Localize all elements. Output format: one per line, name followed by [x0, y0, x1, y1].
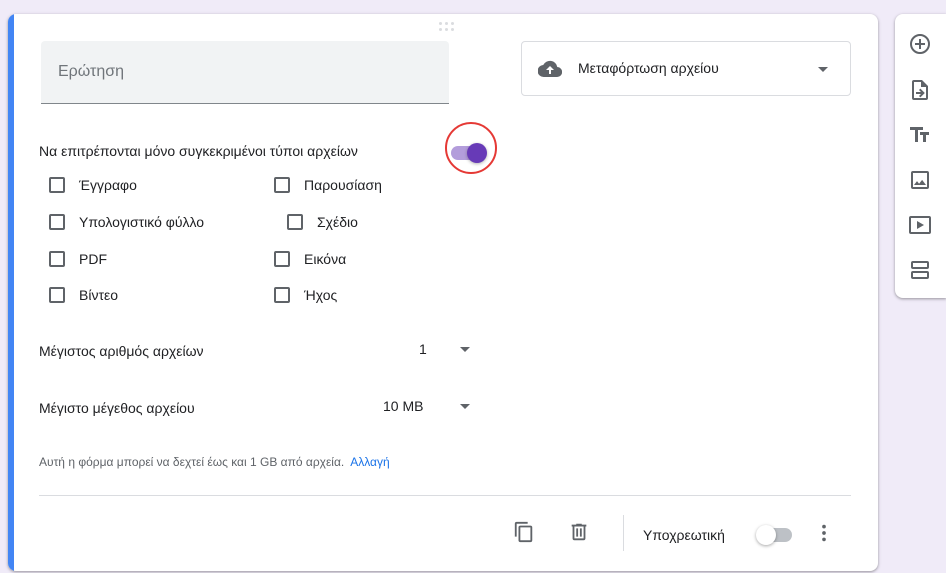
required-toggle[interactable]	[756, 525, 794, 545]
question-placeholder: Ερώτηση	[58, 63, 125, 80]
checkbox-drawing[interactable]: Σχέδιο	[287, 214, 358, 230]
required-label: Υποχρεωτική	[643, 527, 725, 543]
checkbox-pdf[interactable]: PDF	[49, 251, 107, 267]
max-size-dropdown-icon[interactable]	[460, 404, 470, 409]
checkbox-box[interactable]	[274, 251, 290, 267]
checkbox-label: Εικόνα	[304, 251, 347, 267]
checkbox-label: Παρουσίαση	[304, 177, 382, 193]
duplicate-icon[interactable]	[513, 521, 535, 543]
question-type-label: Μεταφόρτωση αρχείου	[578, 60, 719, 76]
add-section-icon[interactable]	[908, 258, 932, 282]
checkbox-box[interactable]	[287, 214, 303, 230]
checkbox-box[interactable]	[49, 177, 65, 193]
checkbox-label: Σχέδιο	[317, 214, 358, 230]
import-questions-icon[interactable]	[908, 78, 932, 102]
max-files-label: Μέγιστος αριθμός αρχείων	[39, 343, 204, 359]
checkbox-label: PDF	[79, 251, 107, 267]
highlight-circle	[445, 122, 497, 174]
restrict-types-label: Να επιτρέπονται μόνο συγκεκριμένοι τύποι…	[39, 143, 358, 159]
delete-icon[interactable]	[568, 521, 590, 543]
card-accent-bar	[8, 14, 14, 571]
footer-divider	[39, 495, 851, 496]
change-quota-link[interactable]: Αλλαγή	[350, 455, 389, 469]
chevron-down-icon	[818, 67, 828, 72]
footer-vertical-divider	[623, 515, 624, 551]
checkbox-label: Βίντεο	[79, 287, 119, 303]
question-input[interactable]: Ερώτηση	[41, 41, 449, 104]
checkbox-box[interactable]	[49, 214, 65, 230]
max-size-value[interactable]: 10 MB	[383, 398, 423, 414]
cloud-upload-icon	[538, 60, 562, 78]
checkbox-label: Ήχος	[304, 287, 338, 303]
drag-handle-icon[interactable]	[439, 22, 457, 32]
add-video-icon[interactable]	[908, 213, 932, 237]
checkbox-video[interactable]: Βίντεο	[49, 287, 118, 303]
question-card: Ερώτηση Μεταφόρτωση αρχείου Να επιτρέπον…	[8, 14, 878, 571]
max-size-label: Μέγιστο μέγεθος αρχείου	[39, 400, 195, 416]
checkbox-image[interactable]: Εικόνα	[274, 251, 346, 267]
quota-note-text: Αυτή η φόρμα μπορεί να δεχτεί έως και 1 …	[39, 455, 345, 469]
checkbox-box[interactable]	[49, 251, 65, 267]
checkbox-label: Έγγραφο	[79, 177, 137, 193]
question-type-dropdown[interactable]: Μεταφόρτωση αρχείου	[521, 41, 851, 96]
checkbox-label: Υπολογιστικό φύλλο	[79, 214, 205, 230]
more-options-icon[interactable]	[813, 522, 835, 544]
checkbox-presentation[interactable]: Παρουσίαση	[274, 177, 382, 193]
quota-note: Αυτή η φόρμα μπορεί να δεχτεί έως και 1 …	[39, 455, 390, 469]
checkbox-document[interactable]: Έγγραφο	[49, 177, 137, 193]
floating-toolbar	[895, 14, 946, 298]
add-question-icon[interactable]	[908, 32, 932, 56]
checkbox-spreadsheet[interactable]: Υπολογιστικό φύλλο	[49, 214, 204, 230]
checkbox-audio[interactable]: Ήχος	[274, 287, 337, 303]
max-files-dropdown-icon[interactable]	[460, 347, 470, 352]
add-image-icon[interactable]	[908, 168, 932, 192]
checkbox-box[interactable]	[274, 177, 290, 193]
add-title-icon[interactable]	[908, 123, 932, 147]
max-files-value[interactable]: 1	[419, 341, 427, 357]
checkbox-box[interactable]	[49, 287, 65, 303]
checkbox-box[interactable]	[274, 287, 290, 303]
